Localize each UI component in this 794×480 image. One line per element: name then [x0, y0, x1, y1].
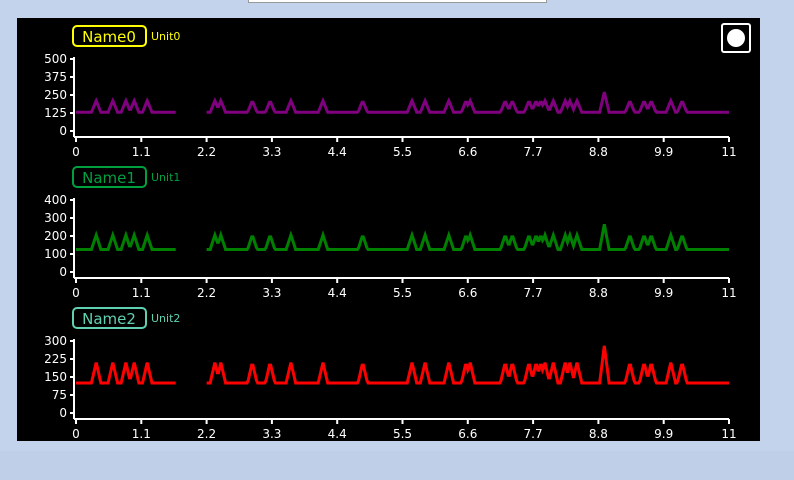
- series-name: Name2: [82, 310, 136, 328]
- chart-1: Name1 Unit1 0 100 200 300 400 0 1.1 2.2 3.3 4.4 5.5 6…: [44, 166, 737, 300]
- y-tick-label: 0: [59, 406, 67, 420]
- series-line: [76, 224, 729, 251]
- x-tick-label: 8.8: [589, 427, 608, 441]
- x-tick-label: 4.4: [328, 427, 347, 441]
- y-tick-label: 400: [44, 193, 67, 207]
- y-tick-label: 150: [44, 370, 67, 384]
- x-tick-label: 4.4: [328, 286, 347, 300]
- x-tick-label: 2.2: [197, 145, 216, 159]
- x-tick-label: 9.9: [654, 286, 673, 300]
- x-tick-label: 2.2: [197, 427, 216, 441]
- y-tick-label: 500: [44, 52, 67, 66]
- x-tick-label: 2.2: [197, 286, 216, 300]
- bottom-area: [0, 451, 794, 480]
- x-tick-label: 11: [721, 145, 736, 159]
- x-tick-label: 3.3: [262, 286, 281, 300]
- y-tick-label: 300: [44, 211, 67, 225]
- x-tick-label: 9.9: [654, 427, 673, 441]
- x-tick-label: 1.1: [132, 145, 151, 159]
- y-tick-label: 100: [44, 247, 67, 261]
- x-tick-label: 6.6: [458, 427, 477, 441]
- chart-0: Name0 Unit0 0 125 250 375 500 0 1.1 2.2 3.3 4.4 5.5 6…: [44, 25, 737, 159]
- x-tick-label: 4.4: [328, 145, 347, 159]
- plot-panel: Name0 Unit0 0 125 250 375 500 0 1.1 2.2 3.3 4.4 5.5 6…: [17, 18, 760, 441]
- x-tick-label: 7.7: [524, 427, 543, 441]
- series-unit: Unit1: [151, 171, 180, 184]
- series-line: [76, 91, 729, 114]
- x-tick-label: 1.1: [132, 286, 151, 300]
- y-tick-label: 0: [59, 124, 67, 138]
- x-tick-label: 7.7: [524, 286, 543, 300]
- series-line: [76, 345, 729, 385]
- x-tick-label: 11: [721, 427, 736, 441]
- y-tick-label: 300: [44, 334, 67, 348]
- y-tick-label: 75: [52, 388, 67, 402]
- x-tick-label: 5.5: [393, 145, 412, 159]
- x-tick-label: 5.5: [393, 427, 412, 441]
- series-unit: Unit2: [151, 312, 180, 325]
- chart-2: Name2 Unit2 0 75 150 225 300 0 1.1 2.2 3.3 4.4 5.5 6.…: [44, 307, 737, 441]
- charts-svg: Name0 Unit0 0 125 250 375 500 0 1.1 2.2 3.3 4.4 5.5 6…: [44, 25, 737, 441]
- series-unit: Unit0: [151, 30, 180, 43]
- y-tick-label: 250: [44, 88, 67, 102]
- x-tick-label: 0: [72, 145, 80, 159]
- x-tick-label: 11: [721, 286, 736, 300]
- x-tick-label: 6.6: [458, 286, 477, 300]
- y-tick-label: 375: [44, 70, 67, 84]
- x-tick-label: 8.8: [589, 145, 608, 159]
- x-tick-label: 0: [72, 427, 80, 441]
- top-bar: [248, 0, 547, 3]
- y-tick-label: 225: [44, 352, 67, 366]
- x-tick-label: 3.3: [262, 145, 281, 159]
- x-tick-label: 1.1: [132, 427, 151, 441]
- x-tick-label: 0: [72, 286, 80, 300]
- record-button[interactable]: [721, 23, 751, 53]
- x-tick-label: 7.7: [524, 145, 543, 159]
- y-tick-label: 125: [44, 106, 67, 120]
- record-icon: [727, 29, 745, 47]
- series-name: Name0: [82, 28, 136, 46]
- x-tick-label: 5.5: [393, 286, 412, 300]
- y-tick-label: 200: [44, 229, 67, 243]
- x-tick-label: 3.3: [262, 427, 281, 441]
- series-name: Name1: [82, 169, 136, 187]
- x-tick-label: 8.8: [589, 286, 608, 300]
- y-tick-label: 0: [59, 265, 67, 279]
- x-tick-label: 9.9: [654, 145, 673, 159]
- x-tick-label: 6.6: [458, 145, 477, 159]
